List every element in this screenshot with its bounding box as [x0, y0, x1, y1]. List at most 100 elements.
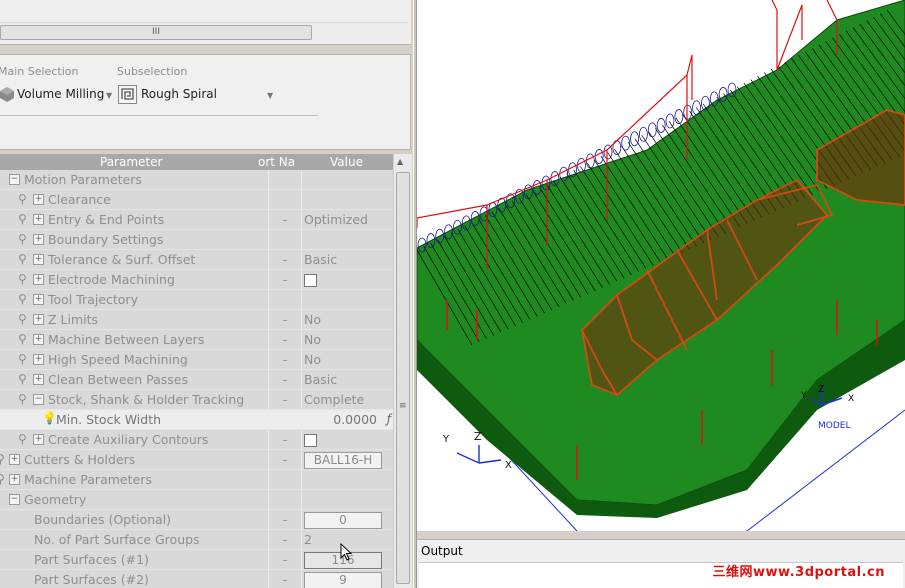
row-machine-between-layers[interactable]: ⚲ + Machine Between Layers - No	[0, 330, 393, 350]
top-scroll-strip: III	[0, 0, 411, 45]
header-port[interactable]: ort Na	[258, 154, 295, 170]
row-label: Part Surfaces (#2)	[34, 572, 149, 587]
3d-viewport[interactable]: Z X Y MODEL Z Y X	[417, 0, 905, 532]
main-selection-dropdown-icon[interactable]: ▼	[106, 91, 112, 100]
toolpath-ring	[585, 153, 595, 169]
row-value[interactable]: Complete	[302, 390, 393, 409]
expand-icon[interactable]: +	[33, 434, 44, 445]
pin-icon[interactable]: ⚲	[18, 252, 27, 266]
header-value[interactable]: Value	[330, 154, 363, 170]
auxiliary-contours-checkbox[interactable]	[304, 434, 317, 447]
row-boundaries-optional[interactable]: Boundaries (Optional) - 0	[0, 510, 393, 530]
pin-icon[interactable]: ⚲	[18, 272, 27, 286]
world-axis-triad	[456, 445, 502, 464]
cutter-select-button[interactable]: BALL16-H	[304, 452, 382, 469]
collapse-icon[interactable]: −	[9, 494, 20, 505]
row-port: -	[269, 390, 302, 409]
row-label: Tool Trajectory	[48, 292, 138, 307]
row-part-surface-groups[interactable]: No. of Part Surface Groups - 2	[0, 530, 393, 550]
row-stock-shank-holder-tracking[interactable]: ⚲ − Stock, Shank & Holder Tracking - Compl…	[0, 390, 393, 410]
horizontal-scrollbar[interactable]: III	[0, 22, 408, 41]
row-geometry[interactable]: − Geometry	[0, 490, 393, 510]
subselection-dropdown-icon[interactable]: ▼	[267, 91, 273, 100]
pin-icon[interactable]: ⚲	[18, 332, 27, 346]
row-entry-end-points[interactable]: ⚲ + Entry & End Points - Optimized	[0, 210, 393, 230]
row-motion-parameters[interactable]: − Motion Parameters	[0, 170, 393, 190]
row-min-stock-width[interactable]: 💡 Min. Stock Width 0.0000 ƒ	[0, 410, 393, 430]
pin-icon[interactable]: ⚲	[18, 192, 27, 206]
row-tolerance-surf-offset[interactable]: ⚲ + Tolerance & Surf. Offset - Basic	[0, 250, 393, 270]
vertical-scroll-thumb[interactable]: ≡	[396, 172, 410, 584]
row-part-surfaces-1[interactable]: Part Surfaces (#1) - 116	[0, 550, 393, 570]
row-label: Boundary Settings	[48, 232, 164, 247]
pin-icon[interactable]: ⚲	[18, 432, 27, 446]
subselection-caption: Subselection	[117, 65, 188, 78]
expand-icon[interactable]: +	[33, 274, 44, 285]
vertical-scrollbar[interactable]: ▲ ≡	[393, 154, 412, 588]
pin-icon[interactable]: ⚲	[18, 372, 27, 386]
row-electrode-machining[interactable]: ⚲ + Electrode Machining -	[0, 270, 393, 290]
row-value[interactable]: No	[302, 330, 393, 349]
row-boundary-settings[interactable]: ⚲ + Boundary Settings	[0, 230, 393, 250]
expand-icon[interactable]: +	[33, 254, 44, 265]
toolpath-ring	[674, 109, 684, 124]
main-selection-value[interactable]: Volume Milling	[17, 87, 104, 101]
pin-icon[interactable]: ⚲	[18, 352, 27, 366]
subselection-value[interactable]: Rough Spiral	[141, 87, 217, 101]
row-value[interactable]: No	[302, 310, 393, 329]
expand-icon[interactable]: +	[33, 314, 44, 325]
row-clearance[interactable]: ⚲ + Clearance	[0, 190, 393, 210]
row-port: -	[269, 350, 302, 369]
row-high-speed-machining[interactable]: ⚲ + High Speed Machining - No	[0, 350, 393, 370]
pin-icon[interactable]: ⚲	[0, 472, 5, 486]
pin-icon[interactable]: ⚲	[18, 292, 27, 306]
expand-icon[interactable]: +	[9, 454, 20, 465]
pin-icon[interactable]: ⚲	[18, 212, 27, 226]
row-value[interactable]: Basic	[302, 370, 393, 389]
expand-icon[interactable]: +	[33, 354, 44, 365]
row-part-surfaces-2[interactable]: Part Surfaces (#2) - 9	[0, 570, 393, 588]
row-z-limits[interactable]: ⚲ + Z Limits - No	[0, 310, 393, 330]
row-value[interactable]: Optimized	[302, 210, 393, 229]
pin-icon[interactable]: ⚲	[18, 312, 27, 326]
row-label: Min. Stock Width	[56, 412, 162, 427]
row-label: Machine Parameters	[24, 472, 152, 487]
lightbulb-icon: 💡	[42, 411, 57, 425]
expand-icon[interactable]: +	[33, 334, 44, 345]
header-parameter[interactable]: Parameter	[100, 154, 162, 170]
expand-icon[interactable]: +	[9, 474, 20, 485]
row-create-auxiliary-contours[interactable]: ⚲ + Create Auxiliary Contours -	[0, 430, 393, 450]
row-cutters-holders[interactable]: ⚲ + Cutters & Holders - BALL16-H	[0, 450, 393, 470]
row-label: Electrode Machining	[48, 272, 175, 287]
electrode-machining-checkbox[interactable]	[304, 274, 317, 287]
row-value[interactable]: No	[302, 350, 393, 369]
row-port: -	[269, 370, 302, 389]
pin-icon[interactable]: ⚲	[18, 232, 27, 246]
pin-icon[interactable]: ⚲	[0, 452, 5, 466]
expand-icon[interactable]: +	[33, 194, 44, 205]
horizontal-scroll-thumb[interactable]: III	[0, 25, 312, 40]
row-label: Boundaries (Optional)	[34, 512, 172, 527]
row-port: -	[269, 270, 302, 289]
pin-icon[interactable]: ⚲	[18, 392, 27, 406]
collapse-icon[interactable]: −	[33, 394, 44, 405]
min-stock-width-value[interactable]: 0.0000	[333, 410, 377, 429]
toolpath-ring	[630, 131, 639, 147]
scroll-up-icon[interactable]: ▲	[397, 157, 403, 166]
expand-icon[interactable]: +	[33, 214, 44, 225]
collapse-icon[interactable]: −	[9, 174, 20, 185]
row-label: Machine Between Layers	[48, 332, 205, 347]
boundaries-button[interactable]: 0	[304, 512, 382, 529]
part-surfaces-2-button[interactable]: 9	[304, 572, 382, 588]
toolpath-scene[interactable]: Z X Y MODEL Z Y X	[417, 0, 905, 532]
row-tool-trajectory[interactable]: ⚲ + Tool Trajectory	[0, 290, 393, 310]
expand-icon[interactable]: +	[33, 374, 44, 385]
row-machine-parameters[interactable]: ⚲ + Machine Parameters	[0, 470, 393, 490]
row-clean-between-passes[interactable]: ⚲ + Clean Between Passes - Basic	[0, 370, 393, 390]
toolpath-ring	[647, 122, 657, 138]
function-icon[interactable]: ƒ	[387, 410, 391, 429]
expand-icon[interactable]: +	[33, 234, 44, 245]
expand-icon[interactable]: +	[33, 294, 44, 305]
row-label: Entry & End Points	[48, 212, 165, 227]
row-value[interactable]: Basic	[302, 250, 393, 269]
